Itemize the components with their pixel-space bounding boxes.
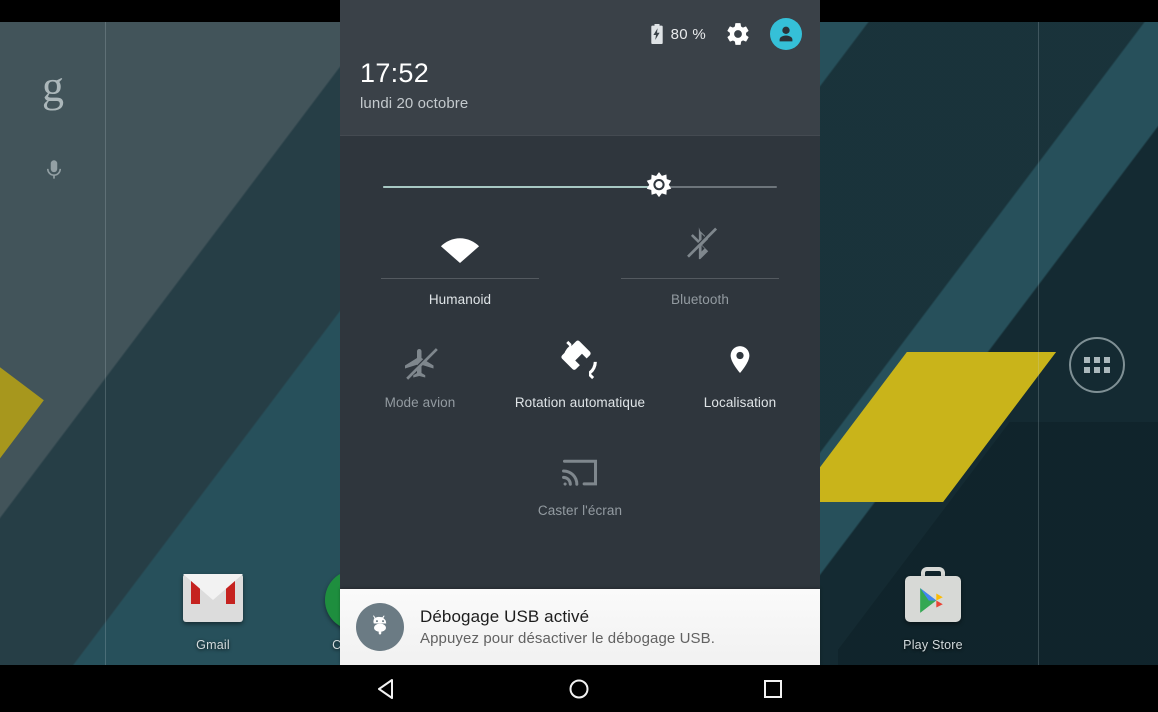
- battery-percentage: 80 %: [670, 25, 706, 43]
- brightness-sun-icon[interactable]: [642, 170, 676, 204]
- brightness-fill: [383, 186, 659, 188]
- brightness-slider[interactable]: [340, 136, 820, 208]
- dock-label-play-store: Play Store: [903, 638, 963, 652]
- nav-back-button[interactable]: [345, 665, 425, 712]
- brightness-track[interactable]: [383, 172, 777, 198]
- back-triangle-icon: [378, 678, 393, 699]
- notification-usb-debugging[interactable]: Débogage USB activé Appuyez pour désacti…: [340, 589, 820, 665]
- screen-rotation-icon: [558, 326, 602, 382]
- qs-tile-location[interactable]: Localisation: [660, 326, 820, 434]
- google-logo[interactable]: g: [42, 65, 72, 109]
- recents-square-icon: [764, 679, 782, 698]
- play-store-icon: [899, 564, 967, 632]
- header-icon-row: 80 %: [650, 18, 802, 50]
- qs-tile-label-wifi: Humanoid: [428, 292, 492, 307]
- apps-grid-icon: [1084, 357, 1110, 373]
- device-screen: g Gmail Play Store 80 % 17:52 lundi 20 o…: [0, 0, 1158, 712]
- qs-tile-label-cast-screen: Caster l'écran: [537, 503, 623, 518]
- android-bug-icon: [356, 603, 404, 651]
- gmail-icon: [179, 564, 247, 632]
- cast-screen-icon: [561, 434, 599, 490]
- user-avatar-button[interactable]: [770, 18, 802, 50]
- qs-tiles-row-3: Caster l'écran: [340, 434, 820, 542]
- qs-tile-label-auto-rotate: Rotation automatique: [514, 395, 646, 410]
- nav-recents-button[interactable]: [733, 665, 813, 712]
- home-page-divider-right: [1038, 22, 1039, 665]
- qs-tile-bluetooth[interactable]: Bluetooth: [580, 208, 820, 326]
- dock-item-play-store[interactable]: Play Store: [878, 564, 988, 652]
- qs-tiles-row-2: Mode avion Rotation automatique Localisa…: [340, 326, 820, 434]
- qs-tile-auto-rotate[interactable]: Rotation automatique: [500, 326, 660, 434]
- qs-tile-cast-screen[interactable]: Caster l'écran: [500, 434, 660, 542]
- navigation-bar: [0, 665, 1158, 712]
- dock-item-gmail[interactable]: Gmail: [158, 564, 268, 652]
- user-avatar-icon: [779, 26, 793, 42]
- notification-title: Débogage USB activé: [420, 607, 590, 626]
- quick-settings-panel: 80 % 17:52 lundi 20 octobre Humanoid Blu…: [340, 0, 820, 665]
- nav-home-button[interactable]: [539, 665, 619, 712]
- dock-label-gmail: Gmail: [196, 638, 230, 652]
- qs-tile-rule: [621, 278, 779, 279]
- home-circle-icon: [569, 679, 589, 698]
- airplane-mode-off-icon: [402, 326, 438, 382]
- battery-charging-icon: [650, 24, 663, 44]
- qs-tile-label-bluetooth: Bluetooth: [671, 292, 729, 307]
- quick-settings-header: 80 % 17:52 lundi 20 octobre: [340, 0, 820, 136]
- qs-tile-label-airplane-mode: Mode avion: [384, 395, 456, 410]
- qs-tiles-row-1: Humanoid Bluetooth: [340, 208, 820, 326]
- qs-date: lundi 20 octobre: [360, 95, 469, 112]
- bluetooth-disabled-icon: [683, 208, 717, 264]
- qs-tile-airplane-mode[interactable]: Mode avion: [340, 326, 500, 434]
- qs-tile-wifi[interactable]: Humanoid: [340, 208, 580, 326]
- battery-status: 80 %: [650, 24, 706, 44]
- home-page-divider-left: [105, 22, 106, 665]
- settings-button[interactable]: [724, 20, 752, 48]
- notification-subtitle: Appuyez pour désactiver le débogage USB.: [420, 630, 716, 647]
- app-drawer-button[interactable]: [1069, 337, 1125, 393]
- qs-tile-rule: [381, 278, 539, 279]
- qs-clock[interactable]: 17:52: [360, 58, 429, 89]
- location-pin-icon: [725, 326, 755, 382]
- microphone-icon[interactable]: [41, 153, 67, 187]
- qs-tile-label-location: Localisation: [703, 395, 777, 410]
- wifi-icon: [439, 208, 481, 264]
- gear-icon: [727, 23, 749, 45]
- notification-text: Débogage USB activé Appuyez pour désacti…: [420, 607, 715, 647]
